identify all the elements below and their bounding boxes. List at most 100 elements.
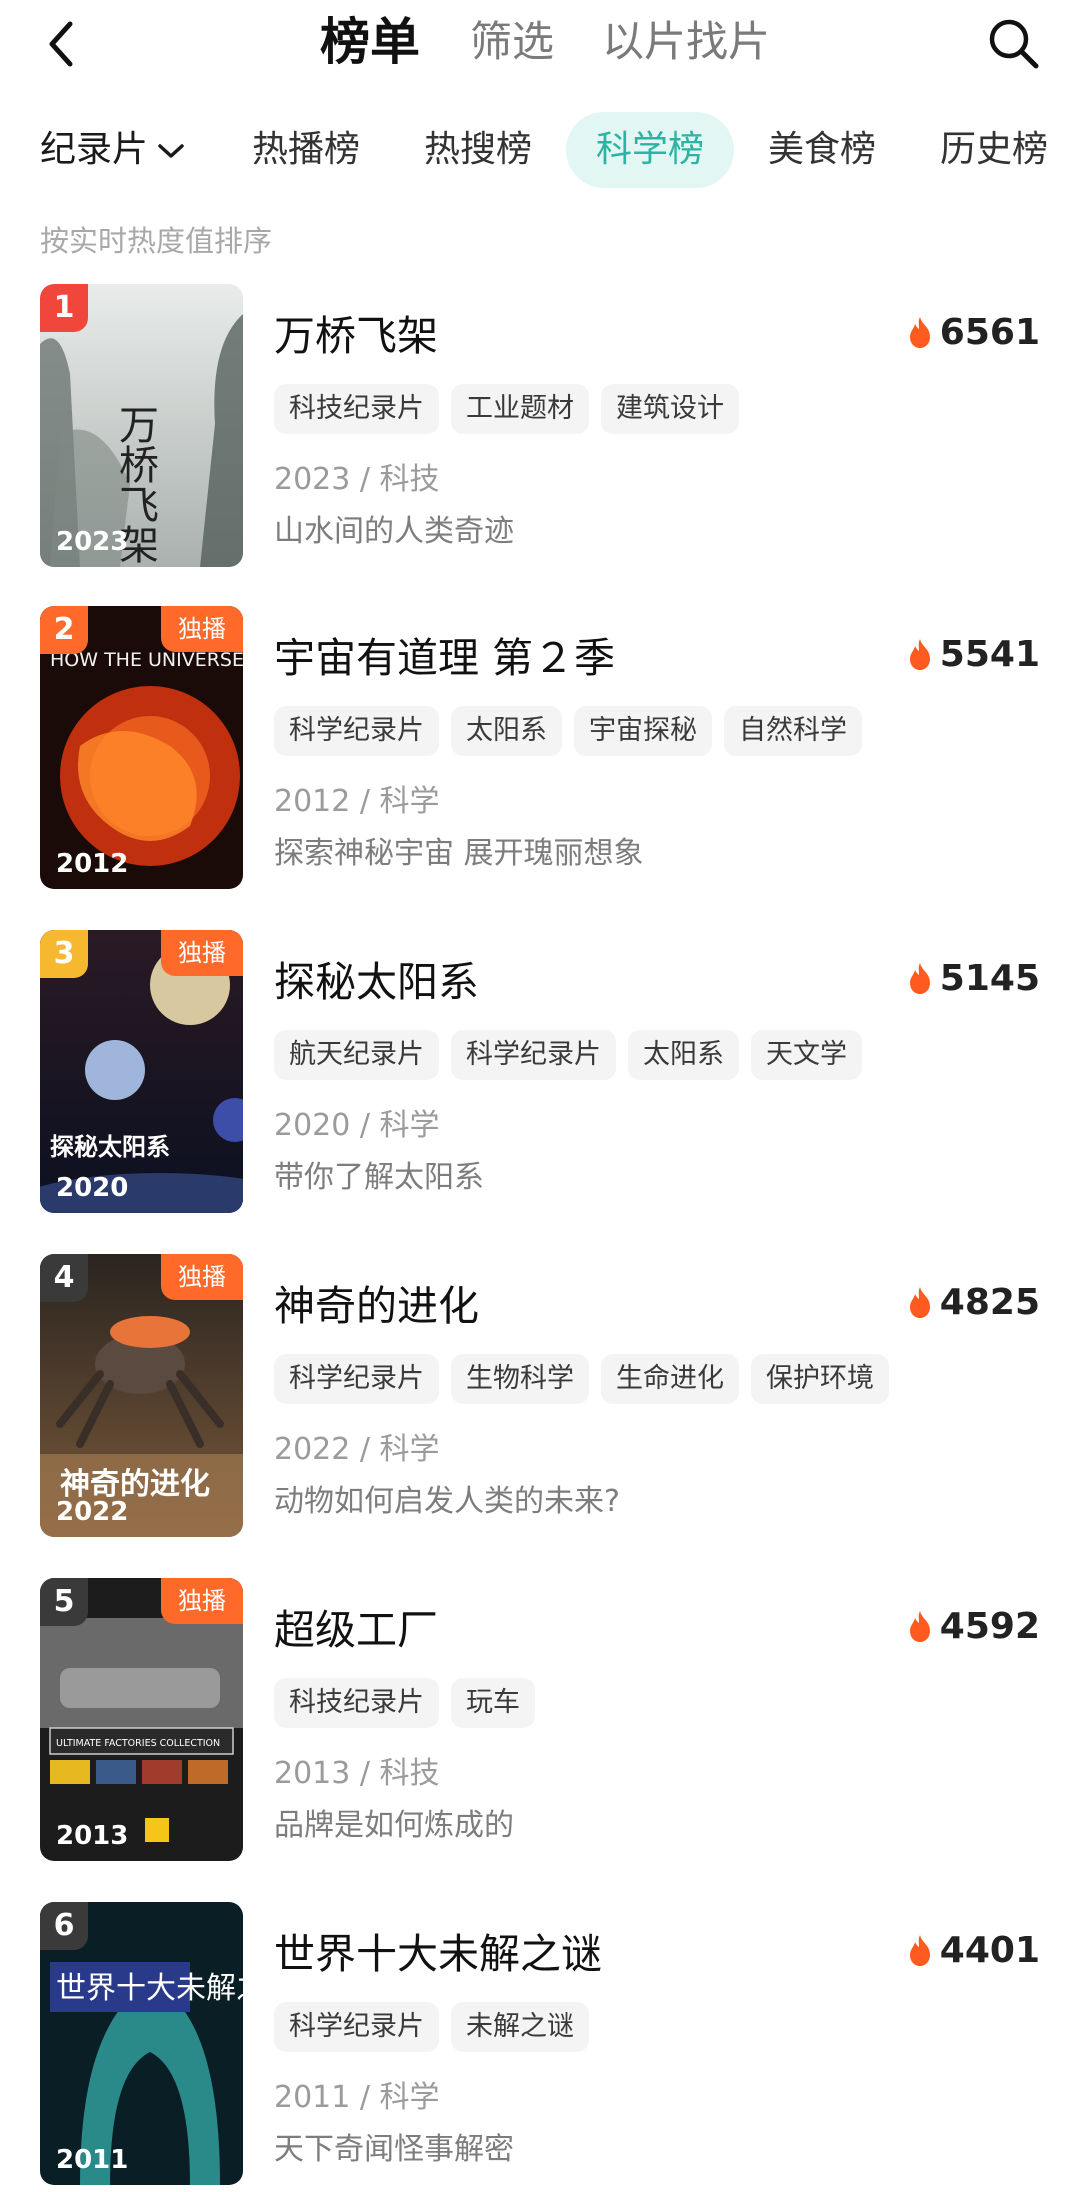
tab-hot-play[interactable]: 热播榜 bbox=[252, 112, 360, 188]
poster-title-text: 世界十大未解之谜 bbox=[56, 1971, 243, 2006]
rank-badge: 3 bbox=[40, 930, 88, 978]
tag[interactable]: 太阳系 bbox=[628, 1030, 739, 1080]
heat-value: 5541 bbox=[939, 633, 1040, 675]
item-title[interactable]: 神奇的进化 bbox=[274, 1272, 479, 1332]
poster-image[interactable]: 世界十大未解之谜 6 2011 bbox=[40, 1902, 243, 2185]
tag[interactable]: 太阳系 bbox=[451, 706, 562, 756]
poster-image[interactable]: 万桥飞架 1 2023 bbox=[40, 284, 243, 567]
tag-list: 航天纪录片 科学纪录片 太阳系 天文学 bbox=[274, 1030, 874, 1080]
flame-icon bbox=[909, 963, 930, 994]
tag[interactable]: 生物科学 bbox=[451, 1354, 589, 1404]
tab-hot-search[interactable]: 热搜榜 bbox=[424, 112, 532, 188]
list-item[interactable]: 万桥飞架 1 2023 万桥飞架 6561 科技纪录片 工业题材 建筑设计 20… bbox=[0, 284, 1080, 574]
tag[interactable]: 保护环境 bbox=[751, 1354, 889, 1404]
heat-score: 6561 bbox=[906, 310, 1040, 354]
tag[interactable]: 科学纪录片 bbox=[274, 1354, 439, 1404]
rank-badge: 5 bbox=[40, 1578, 88, 1626]
poster-title-text: 探秘太阳系 bbox=[50, 1133, 170, 1161]
tag[interactable]: 航天纪录片 bbox=[274, 1030, 439, 1080]
list-item[interactable]: 世界十大未解之谜 6 2011 世界十大未解之谜 4401 科学纪录片 未解之谜… bbox=[0, 1902, 1080, 2192]
top-navigation: 榜单 筛选 以片找片 bbox=[0, 0, 1080, 90]
tag[interactable]: 建筑设计 bbox=[601, 384, 739, 434]
tag[interactable]: 天文学 bbox=[751, 1030, 862, 1080]
item-meta: 2012 / 科学 bbox=[274, 784, 440, 819]
heat-score: 4825 bbox=[906, 1280, 1040, 1324]
rank-badge: 6 bbox=[40, 1902, 88, 1950]
tag[interactable]: 科学纪录片 bbox=[274, 706, 439, 756]
search-button[interactable] bbox=[984, 14, 1042, 72]
rank-badge: 2 bbox=[40, 606, 88, 654]
chevron-left-icon bbox=[49, 21, 73, 67]
item-title[interactable]: 超级工厂 bbox=[274, 1596, 438, 1656]
list-item[interactable]: 神奇的进化 4 独播 2022 神奇的进化 4825 科学纪录片 生物科学 生命… bbox=[0, 1254, 1080, 1544]
heat-score: 5541 bbox=[906, 632, 1040, 676]
sort-hint: 按实时热度值排序 bbox=[40, 224, 273, 258]
tab-filter[interactable]: 筛选 bbox=[470, 10, 554, 74]
tag-list: 科技纪录片 工业题材 建筑设计 bbox=[274, 384, 751, 434]
exclusive-badge: 独播 bbox=[161, 606, 243, 652]
tag-list: 科技纪录片 玩车 bbox=[274, 1678, 547, 1728]
category-dropdown[interactable]: 纪录片 bbox=[40, 112, 186, 188]
tag[interactable]: 宇宙探秘 bbox=[574, 706, 712, 756]
poster-image[interactable]: 神奇的进化 4 独播 2022 bbox=[40, 1254, 243, 1537]
item-meta: 2020 / 科学 bbox=[274, 1108, 440, 1143]
item-title[interactable]: 万桥飞架 bbox=[274, 302, 438, 362]
poster-year: 2011 bbox=[56, 2145, 129, 2175]
tab-food[interactable]: 美食榜 bbox=[768, 112, 876, 188]
heat-value: 4592 bbox=[939, 1605, 1040, 1647]
flame-icon bbox=[909, 1935, 930, 1966]
list-item[interactable]: ULTIMATE FACTORIES COLLECTION 5 独播 2013 … bbox=[0, 1578, 1080, 1868]
item-meta: 2013 / 科技 bbox=[274, 1756, 440, 1791]
item-description: 山水间的人类奇迹 bbox=[274, 514, 514, 549]
rank-badge: 1 bbox=[40, 284, 88, 332]
poster-year: 2013 bbox=[56, 1821, 129, 1851]
exclusive-badge: 独播 bbox=[161, 1254, 243, 1300]
exclusive-badge: 独播 bbox=[161, 930, 243, 976]
tag[interactable]: 科学纪录片 bbox=[274, 2002, 439, 2052]
tag[interactable]: 科学纪录片 bbox=[451, 1030, 616, 1080]
item-title[interactable]: 世界十大未解之谜 bbox=[274, 1920, 602, 1980]
heat-score: 5145 bbox=[906, 956, 1040, 1000]
chevron-down-icon bbox=[158, 144, 184, 158]
heat-score: 4592 bbox=[906, 1604, 1040, 1648]
flame-icon bbox=[909, 639, 930, 670]
heat-value: 5145 bbox=[939, 957, 1040, 999]
tab-science[interactable]: 科学榜 bbox=[566, 112, 735, 188]
heat-value: 4825 bbox=[939, 1281, 1040, 1323]
tab-history[interactable]: 历史榜 bbox=[940, 112, 1048, 188]
rank-badge: 4 bbox=[40, 1254, 88, 1302]
exclusive-badge: 独播 bbox=[161, 1578, 243, 1624]
item-title[interactable]: 探秘太阳系 bbox=[274, 948, 479, 1008]
tag-list: 科学纪录片 生物科学 生命进化 保护环境 bbox=[274, 1354, 901, 1404]
tag[interactable]: 自然科学 bbox=[724, 706, 862, 756]
flame-icon bbox=[909, 1287, 930, 1318]
tag[interactable]: 生命进化 bbox=[601, 1354, 739, 1404]
tag[interactable]: 工业题材 bbox=[451, 384, 589, 434]
flame-icon bbox=[909, 317, 930, 348]
item-meta: 2022 / 科学 bbox=[274, 1432, 440, 1467]
tag[interactable]: 科技纪录片 bbox=[274, 1678, 439, 1728]
item-description: 动物如何启发人类的未来? bbox=[274, 1484, 620, 1519]
item-title[interactable]: 宇宙有道理 第２季 bbox=[274, 624, 615, 684]
tag[interactable]: 玩车 bbox=[451, 1678, 535, 1728]
list-item[interactable]: 探秘太阳系 3 独播 2020 探秘太阳系 5145 航天纪录片 科学纪录片 太… bbox=[0, 930, 1080, 1220]
poster-title-text: ULTIMATE FACTORIES COLLECTION bbox=[56, 1738, 220, 1749]
poster-year: 2020 bbox=[56, 1173, 129, 1203]
flame-icon bbox=[909, 1611, 930, 1642]
back-button[interactable] bbox=[40, 16, 90, 72]
tab-find-by-film[interactable]: 以片找片 bbox=[602, 10, 770, 74]
list-item[interactable]: HOW THE UNIVERSE WORKS 宇宙有道理 2 独播 2012 宇… bbox=[0, 606, 1080, 896]
item-meta: 2023 / 科技 bbox=[274, 462, 440, 497]
tag[interactable]: 科技纪录片 bbox=[274, 384, 439, 434]
heat-value: 6561 bbox=[939, 311, 1040, 353]
poster-image[interactable]: ULTIMATE FACTORIES COLLECTION 5 独播 2013 bbox=[40, 1578, 243, 1861]
search-icon bbox=[989, 19, 1039, 69]
tag[interactable]: 未解之谜 bbox=[451, 2002, 589, 2052]
poster-image[interactable]: 探秘太阳系 3 独播 2020 bbox=[40, 930, 243, 1213]
heat-value: 4401 bbox=[939, 1929, 1040, 1971]
item-description: 探索神秘宇宙 展开瑰丽想象 bbox=[274, 836, 644, 871]
category-bar: 纪录片 热播榜 热搜榜 科学榜 美食榜 历史榜 bbox=[0, 112, 1080, 188]
tab-rankings[interactable]: 榜单 bbox=[320, 10, 420, 74]
poster-image[interactable]: HOW THE UNIVERSE WORKS 宇宙有道理 2 独播 2012 bbox=[40, 606, 243, 889]
item-description: 天下奇闻怪事解密 bbox=[274, 2132, 514, 2167]
